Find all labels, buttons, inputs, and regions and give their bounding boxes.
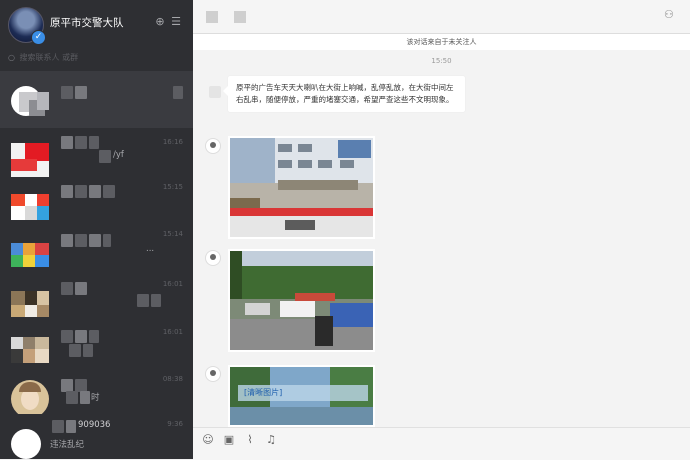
image-icon[interactable]: ▣ [223,434,235,446]
conversation-preview: ... [146,244,155,254]
chat-title-redacted [234,11,246,23]
conversation-item[interactable]: 9:36 909036 违法乱纪 [0,410,193,459]
avatar [11,82,49,120]
conversation-time: 15:15 [162,183,183,191]
emoji-icon[interactable]: ☺ [202,434,214,446]
conversation-time: 16:01 [162,280,183,288]
conversation-preview: 违法乱纪 [50,440,85,450]
avatar [11,184,49,222]
sender-avatar [205,138,221,154]
message-bubble: 原平的广告车天天大喇叭在大街上响喊，乱停乱放，在大街中间左右乱串，随便停放，严重… [223,76,465,112]
conversation-time: 9:36 [167,420,183,428]
sidebar: ✓ 原平市交警大队 ⊕ ☰ ○ 搜索联系人 或群 16:16 /yf 15:15… [0,0,193,459]
photo-message-signs[interactable]: [清晰图片] [228,365,375,427]
unfollowed-notice: 该对话来自于未关注人 [193,34,690,50]
avatar [11,329,49,367]
avatar [11,139,49,177]
avatar [11,421,49,459]
conversation-time: 15:14 [162,230,183,238]
conversation-time: 16:01 [162,328,183,336]
conversation-time: 16:16 [162,138,183,146]
photo-message-building[interactable] [228,136,375,239]
menu-icon[interactable]: ☰ [169,15,183,29]
conversation-preview: /yf [113,150,124,160]
conversation-item[interactable]: 15:14 ... [0,220,193,277]
conversation-time: 08:38 [162,375,183,383]
search-input[interactable]: ○ 搜索联系人 或群 [8,50,184,66]
photo-message-street[interactable] [228,249,375,352]
photo-caption: [清晰图片] [244,388,283,397]
account-name: 原平市交警大队 [50,17,124,29]
attachment-icon[interactable]: ⌇ [244,434,256,446]
avatar [11,376,49,414]
bell-icon[interactable]: ♫ [265,434,277,446]
verified-badge-icon: ✓ [31,30,46,45]
conversation-item[interactable] [0,71,193,128]
chat-title-redacted [206,11,218,23]
add-icon[interactable]: ⊕ [153,15,167,29]
sender-avatar [205,366,221,382]
account-avatar[interactable]: ✓ [8,7,46,45]
photo-street-image [230,251,373,350]
avatar [11,281,49,319]
message-time: 15:50 [431,57,452,65]
sender-avatar [205,250,221,266]
user-profile-icon[interactable]: ⚇ [664,9,676,21]
photo-building-image [230,138,373,237]
chat-panel: ⚇ 该对话来自于未关注人 15:50 原平的广告车天天大喇叭在大街上响喊，乱停乱… [193,0,690,460]
input-toolbar: ☺ ▣ ⌇ ♫ [193,427,690,460]
conversation-title: 909036 [78,420,111,430]
sender-avatar [209,86,221,98]
chat-header: ⚇ [193,0,690,34]
conversation-preview: 时 [91,393,100,403]
search-icon: ○ [8,53,15,62]
avatar [11,231,49,269]
search-placeholder: 搜索联系人 或群 [19,53,79,62]
